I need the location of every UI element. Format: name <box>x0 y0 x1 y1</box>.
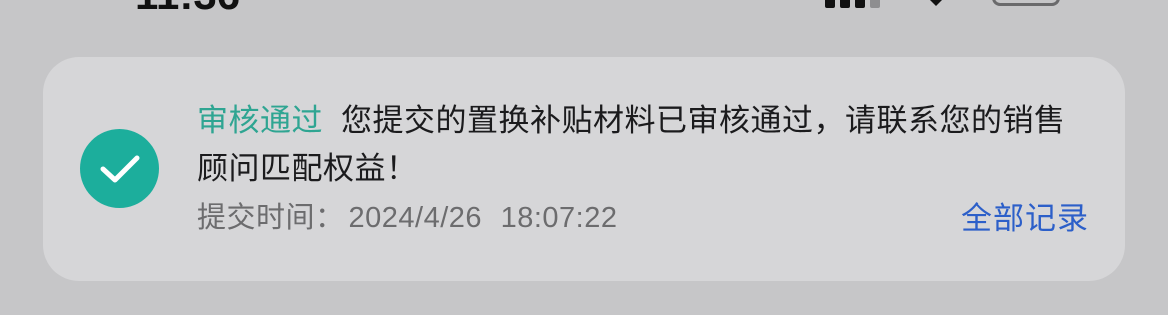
all-records-link[interactable]: 全部记录 <box>961 193 1089 238</box>
message-text: 您提交的置换补贴材料已审核通过，请联系您的销售顾问匹配权益！ <box>197 103 1066 187</box>
status-bar: 11:36 <box>0 0 1168 20</box>
notification-message: 审核通过 您提交的置换补贴材料已审核通过，请联系您的销售顾问匹配权益！ <box>197 97 1087 193</box>
signal-icon <box>825 0 880 8</box>
notification-content: 审核通过 您提交的置换补贴材料已审核通过，请联系您的销售顾问匹配权益！ <box>197 97 1097 193</box>
wifi-icon <box>924 0 948 6</box>
notification-card[interactable]: 审核通过 您提交的置换补贴材料已审核通过，请联系您的销售顾问匹配权益！ 提交时间：… <box>43 57 1125 281</box>
status-label: 审核通过 <box>197 103 323 139</box>
checkmark-circle-icon <box>80 129 159 208</box>
status-icons <box>825 0 1060 10</box>
submit-time: 提交时间： 2024/4/26 18:07:22 <box>197 194 617 236</box>
submit-time-label: 提交时间： <box>197 200 345 234</box>
status-time: 11:36 <box>135 0 240 16</box>
battery-icon <box>992 0 1060 6</box>
submit-time-value: 2024/4/26 18:07:22 <box>348 202 618 234</box>
meta-row: 提交时间： 2024/4/26 18:07:22 全部记录 <box>197 193 1089 238</box>
